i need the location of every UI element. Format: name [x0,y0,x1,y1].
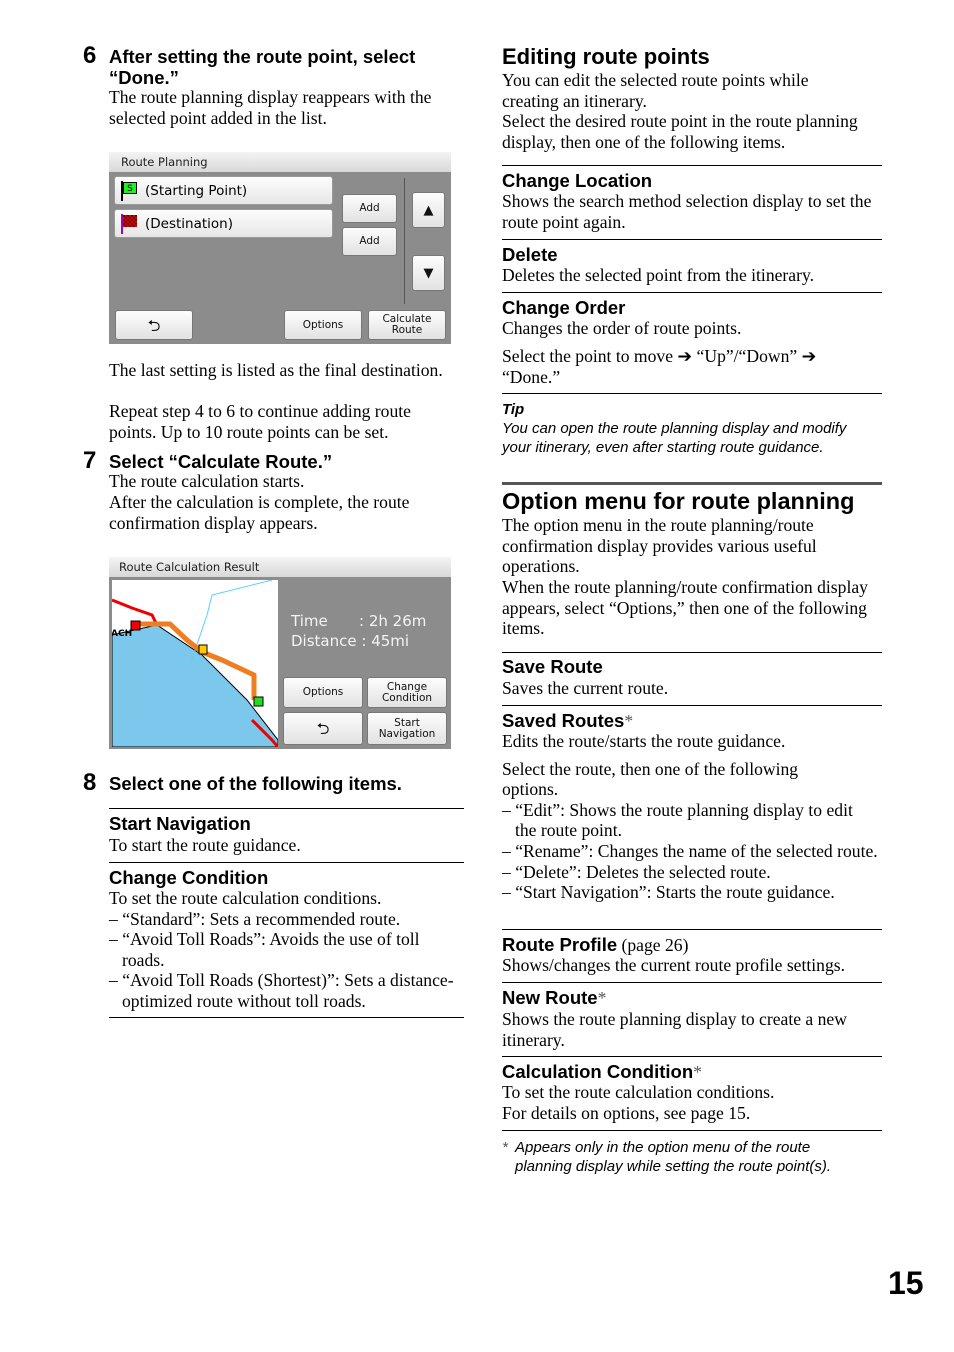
item-body: To start the route guidance. [109,835,301,855]
step-body: The route calculation starts. [109,471,305,491]
calculate-route-button[interactable]: Calculate Route [368,310,446,340]
footnote-text: Appears only in the option menu of the r… [515,1139,832,1175]
route-map: ACH [112,580,278,747]
waypoint-marker-icon [198,644,208,655]
item-title: Change Order [502,297,626,318]
page-number: 15 [888,1265,924,1301]
destination-label: (Destination) [145,215,234,232]
item-title: Change Condition [109,867,269,888]
item-title: Calculation Condition* [502,1061,702,1082]
step-number: 7 [83,447,97,474]
item-title: Save Route [502,656,603,677]
change-condition-button[interactable]: Change Condition [367,677,447,708]
route-summary: Time: 2h 26m Distance : 45mi [291,612,427,650]
item-title: New Route* [502,987,607,1008]
item-title: Change Location [502,170,653,191]
item-body: Changes the order of route points. [502,318,742,338]
item-body: Saves the current route. [502,678,669,698]
back-button[interactable]: ⮌ [115,310,193,340]
destination-field[interactable]: (Destination) [114,209,333,238]
route-calculation-screen: Route Calculation Result ACH Time: 2h 26… [109,557,451,749]
step-number: 6 [83,42,97,69]
screen-title: Route Planning [109,152,451,172]
item-title: Start Navigation [109,813,251,834]
route-planning-screen: Route Planning S (Starting Point) (Desti… [109,152,451,344]
item-body: Shows the search method selection displa… [502,191,872,232]
add-button[interactable]: Add [342,194,397,223]
item-body: Shows the route planning display to crea… [502,1009,847,1050]
destination-flag-icon [121,213,137,234]
item-title: Route Profile (page 26) [502,934,689,955]
step-heading: After setting the route point, select “D… [109,46,416,88]
section-heading: Editing route points [502,44,710,69]
add-button[interactable]: Add [342,227,397,256]
step-heading: Select one of the following items. [109,773,402,794]
section-heading: Option menu for route planning [502,488,855,514]
step-heading: Select “Calculate Route.” [109,451,333,472]
start-navigation-button[interactable]: Start Navigation [367,712,447,745]
step-number: 8 [83,769,97,796]
svg-text:ACH: ACH [112,629,132,639]
paragraph: Select the desired route point in the ro… [502,111,858,152]
item-body: Edits the route/starts the route guidanc… [502,731,878,903]
paragraph: Repeat step 4 to 6 to continue adding ro… [109,401,411,442]
destination-marker-icon [130,620,141,631]
paragraph: The last setting is listed as the final … [109,360,443,380]
item-body: Select the point to move ➔ “Up”/“Down” ➔… [502,346,817,387]
options-button[interactable]: Options [284,310,362,340]
start-marker-icon [253,696,264,707]
scroll-down-button[interactable]: ▼ [412,255,445,291]
footnote-mark: * [502,1139,508,1156]
paragraph: You can edit the selected route points w… [502,70,809,111]
item-title: Saved Routes* [502,710,634,731]
options-button[interactable]: Options [283,677,363,708]
paragraph: The option menu in the route planning/ro… [502,515,817,577]
item-body: Shows/changes the current route profile … [502,955,845,975]
back-button[interactable]: ⮌ [283,712,363,745]
item-body: Deletes the selected point from the itin… [502,265,815,285]
starting-point-label: (Starting Point) [145,182,248,199]
step-body: The route planning display reappears wit… [109,87,432,128]
scroll-up-button[interactable]: ▲ [412,192,445,228]
paragraph: When the route planning/route confirmati… [502,577,868,639]
tip-label: Tip [502,401,525,418]
screen-title: Route Calculation Result [109,557,451,577]
start-flag-icon: S [121,180,137,201]
starting-point-field[interactable]: S (Starting Point) [114,176,333,205]
tip-text: You can open the route planning display … [502,420,847,456]
item-body: To set the route calculation conditions.… [109,888,454,1011]
item-body: To set the route calculation conditions.… [502,1082,775,1123]
item-title: Delete [502,244,558,265]
step-body: After the calculation is complete, the r… [109,492,410,533]
